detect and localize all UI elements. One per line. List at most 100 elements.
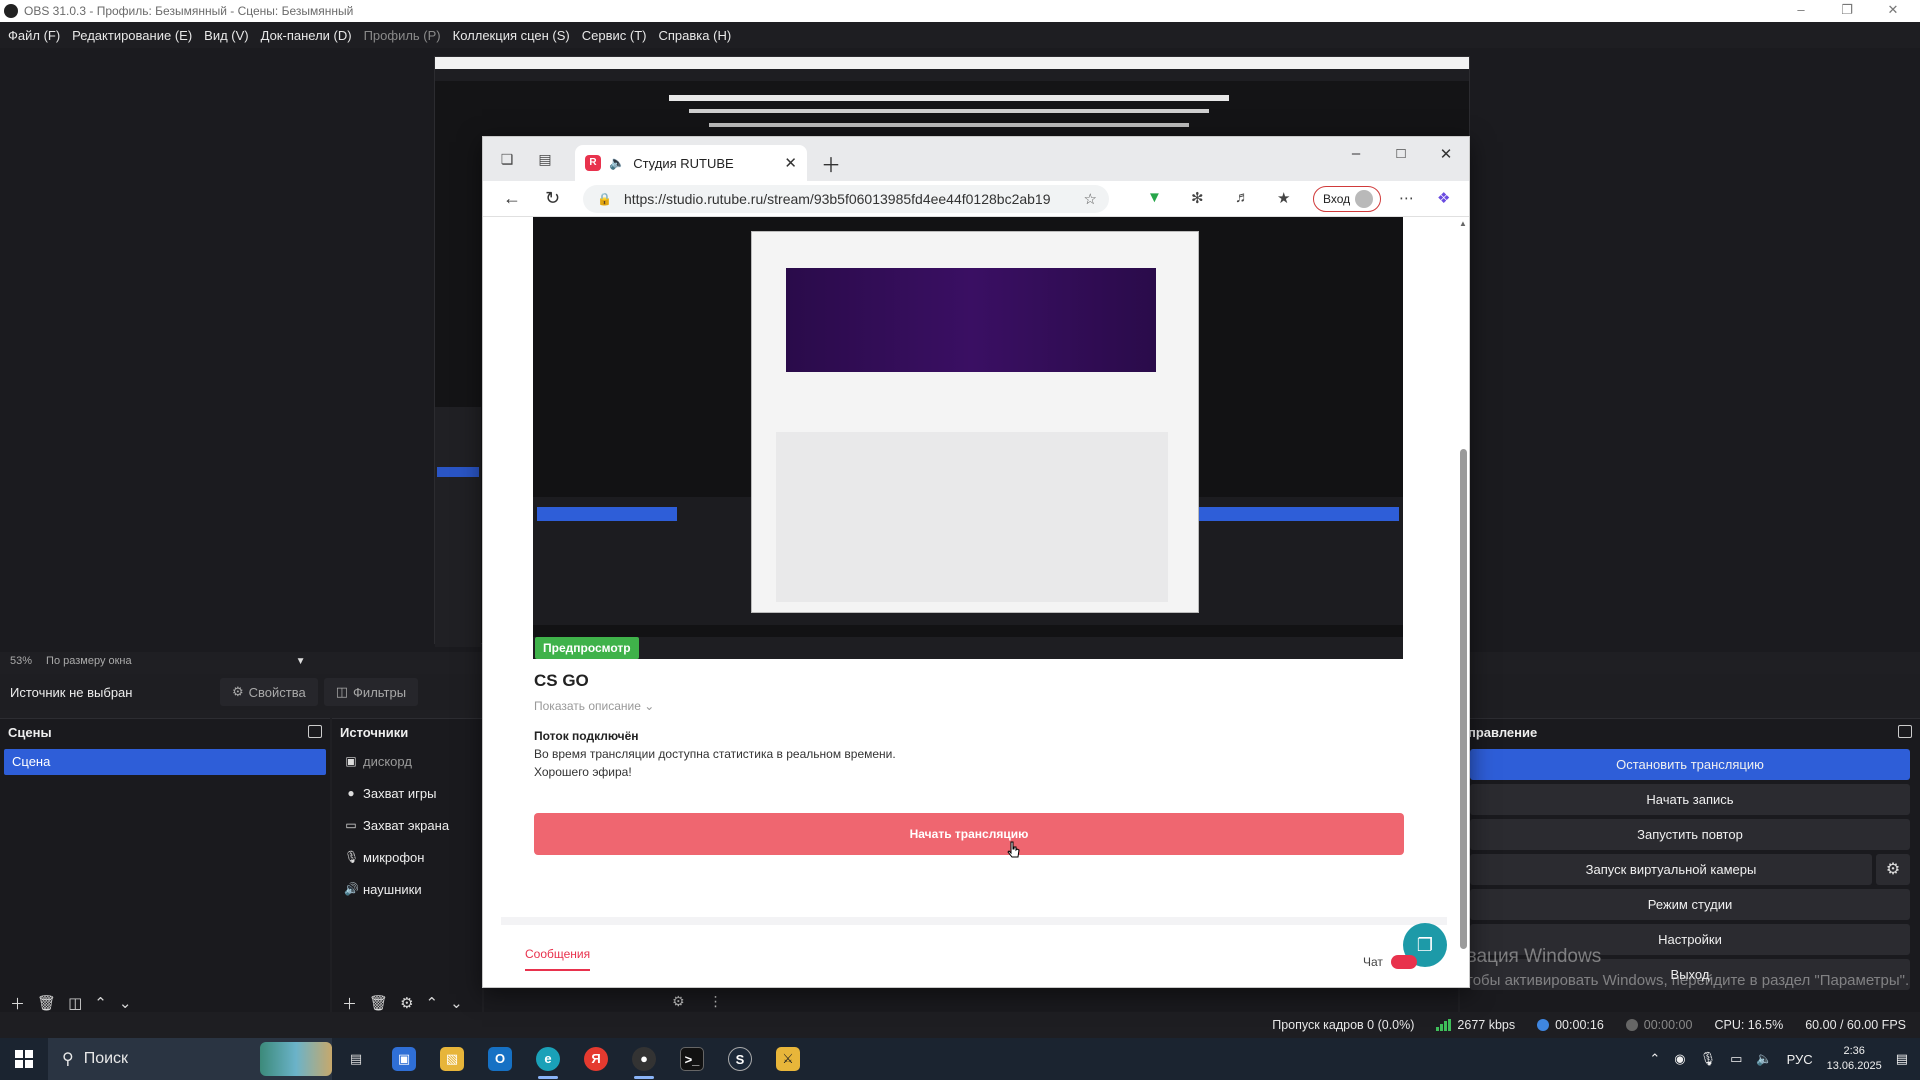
- start-button[interactable]: [0, 1038, 48, 1080]
- start-record-button[interactable]: Начать запись: [1470, 784, 1910, 815]
- clock-time: 2:36: [1843, 1045, 1865, 1057]
- gear-icon[interactable]: ⚙: [1876, 854, 1910, 885]
- source-item-screen-capture[interactable]: ▭ Захват экрана: [332, 809, 482, 841]
- camera-icon[interactable]: ◉: [1674, 1051, 1685, 1067]
- menu-file[interactable]: Файл (F): [2, 28, 66, 43]
- signin-label: Вход: [1323, 192, 1351, 206]
- chevron-down-icon: ⌄: [644, 699, 655, 713]
- chevron-down-icon[interactable]: ▼: [296, 656, 306, 667]
- record-icon: [1625, 1019, 1638, 1031]
- gear-icon[interactable]: ⚙: [672, 993, 685, 1010]
- extensions-icon[interactable]: ✻: [1191, 189, 1204, 207]
- chevron-up-icon[interactable]: ⌃: [94, 994, 107, 1012]
- menu-scene-collection[interactable]: Коллекция сцен (S): [447, 28, 576, 43]
- filters-label: Фильтры: [353, 684, 407, 700]
- chevron-down-icon[interactable]: ⌄: [119, 994, 132, 1012]
- gear-icon[interactable]: ⚙: [400, 994, 413, 1012]
- refresh-icon[interactable]: ↻: [545, 188, 560, 209]
- address-bar[interactable]: 🔒 https://studio.rutube.ru/stream/93b5f0…: [583, 185, 1109, 213]
- close-tab-icon[interactable]: ✕: [784, 154, 797, 172]
- source-item-discord[interactable]: ▣ дискорд: [332, 745, 482, 777]
- store-app[interactable]: ▣: [380, 1038, 428, 1080]
- undock-icon[interactable]: [308, 725, 322, 738]
- scrollbar-thumb[interactable]: [1460, 449, 1467, 949]
- studio-mode-button[interactable]: Режим студии: [1470, 889, 1910, 920]
- page-scrollbar[interactable]: ▲: [1459, 219, 1467, 983]
- source-item-microphone[interactable]: 🎙 микрофон: [332, 841, 482, 873]
- taskbar-search[interactable]: ⚲ Поиск: [48, 1038, 332, 1080]
- filters-button[interactable]: ◫ Фильтры: [323, 678, 419, 706]
- trash-icon[interactable]: 🗑: [369, 994, 388, 1012]
- chevron-down-icon[interactable]: ⌄: [450, 994, 463, 1012]
- filter-icon[interactable]: ◫: [68, 994, 82, 1012]
- show-description-link[interactable]: Показать описание ⌄: [534, 699, 654, 713]
- clock[interactable]: 2:36 13.06.2025: [1827, 1044, 1882, 1074]
- close-icon[interactable]: ✕: [1870, 0, 1916, 22]
- obs-app[interactable]: ●: [620, 1038, 668, 1080]
- stop-stream-button[interactable]: Остановить трансляцию: [1470, 749, 1910, 780]
- minimize-icon[interactable]: –: [1341, 145, 1371, 162]
- back-icon[interactable]: ←: [503, 188, 521, 209]
- microphone-icon[interactable]: 🎙: [1700, 1051, 1717, 1067]
- outlook-app[interactable]: O: [476, 1038, 524, 1080]
- add-icon[interactable]: ＋: [342, 993, 357, 1014]
- start-replay-button[interactable]: Запустить повтор: [1470, 819, 1910, 850]
- download-extension-icon[interactable]: ▼: [1147, 189, 1162, 206]
- notifications-icon[interactable]: ▤: [1896, 1051, 1908, 1067]
- zoom-mode[interactable]: По размеру окна: [46, 655, 132, 667]
- steam-app[interactable]: S: [716, 1038, 764, 1080]
- copilot-icon[interactable]: ❖: [1437, 189, 1450, 207]
- lock-icon[interactable]: 🔒: [597, 192, 612, 206]
- game-app[interactable]: ⚔: [764, 1038, 812, 1080]
- tab-actions-icon[interactable]: ▤: [537, 151, 553, 167]
- signin-button[interactable]: Вход: [1313, 186, 1381, 212]
- undock-icon[interactable]: [1898, 725, 1912, 738]
- network-icon[interactable]: ▭: [1730, 1051, 1742, 1067]
- bitrate: 2677 kbps: [1436, 1018, 1515, 1032]
- virtual-camera-button[interactable]: Запуск виртуальной камеры: [1470, 854, 1872, 885]
- browser-tab[interactable]: R 🔈 Студия RUTUBE ✕: [575, 145, 807, 181]
- read-aloud-icon[interactable]: ♬: [1235, 189, 1250, 206]
- more-icon[interactable]: ⋯: [1399, 189, 1414, 207]
- terminal-app[interactable]: >_: [668, 1038, 716, 1080]
- menu-view[interactable]: Вид (V): [198, 28, 254, 43]
- menu-help[interactable]: Справка (H): [653, 28, 738, 43]
- chat-toggle[interactable]: [1391, 955, 1417, 969]
- task-view-button[interactable]: ▤: [332, 1038, 380, 1080]
- tab-messages[interactable]: Сообщения: [525, 947, 591, 971]
- speaker-icon[interactable]: 🔈: [609, 155, 625, 171]
- stream-info-line: Хорошего эфира!: [534, 765, 632, 779]
- minimize-icon[interactable]: –: [1778, 0, 1824, 22]
- add-icon[interactable]: ＋: [10, 993, 25, 1014]
- scene-item[interactable]: Сцена: [4, 749, 326, 775]
- browser-tab-bar: ❏ ▤ R 🔈 Студия RUTUBE ✕ ＋ – □ ✕: [483, 137, 1469, 181]
- start-stream-button[interactable]: Начать трансляцию: [534, 813, 1404, 855]
- chevron-up-icon[interactable]: ⌃: [1649, 1051, 1660, 1067]
- menu-edit[interactable]: Редактирование (E): [66, 28, 198, 43]
- restore-icon[interactable]: ❐: [1824, 0, 1870, 22]
- favorites-icon[interactable]: ★: [1277, 189, 1290, 207]
- menu-tools[interactable]: Сервис (T): [576, 28, 653, 43]
- chevron-up-icon[interactable]: ⌃: [426, 994, 439, 1012]
- trash-icon[interactable]: 🗑: [37, 994, 56, 1012]
- yandex-app[interactable]: Я: [572, 1038, 620, 1080]
- explorer-app[interactable]: ▧: [428, 1038, 476, 1080]
- menu-profile[interactable]: Профиль (P): [358, 28, 447, 43]
- workspaces-icon[interactable]: ❏: [499, 151, 515, 167]
- close-icon[interactable]: ✕: [1431, 145, 1461, 163]
- properties-button[interactable]: ⚙ Свойства: [220, 678, 318, 706]
- star-icon[interactable]: ☆: [1084, 190, 1097, 208]
- source-item-headphones[interactable]: 🔊 наушники: [332, 873, 482, 905]
- source-item-game-capture[interactable]: ● Захват игры: [332, 777, 482, 809]
- maximize-icon[interactable]: □: [1386, 145, 1416, 162]
- more-vertical-icon[interactable]: ⋮: [709, 993, 723, 1010]
- menu-docks[interactable]: Док-панели (D): [255, 28, 358, 43]
- microphone-icon: 🎙: [344, 850, 360, 864]
- volume-icon[interactable]: 🔈: [1756, 1051, 1772, 1067]
- scroll-up-icon[interactable]: ▲: [1459, 219, 1467, 228]
- edge-app[interactable]: e: [524, 1038, 572, 1080]
- new-tab-icon[interactable]: ＋: [821, 149, 841, 178]
- stream-status: Поток подключён: [534, 729, 639, 743]
- dropped-frames: Пропуск кадров 0 (0.0%): [1272, 1018, 1415, 1032]
- language-indicator[interactable]: РУС: [1787, 1052, 1813, 1067]
